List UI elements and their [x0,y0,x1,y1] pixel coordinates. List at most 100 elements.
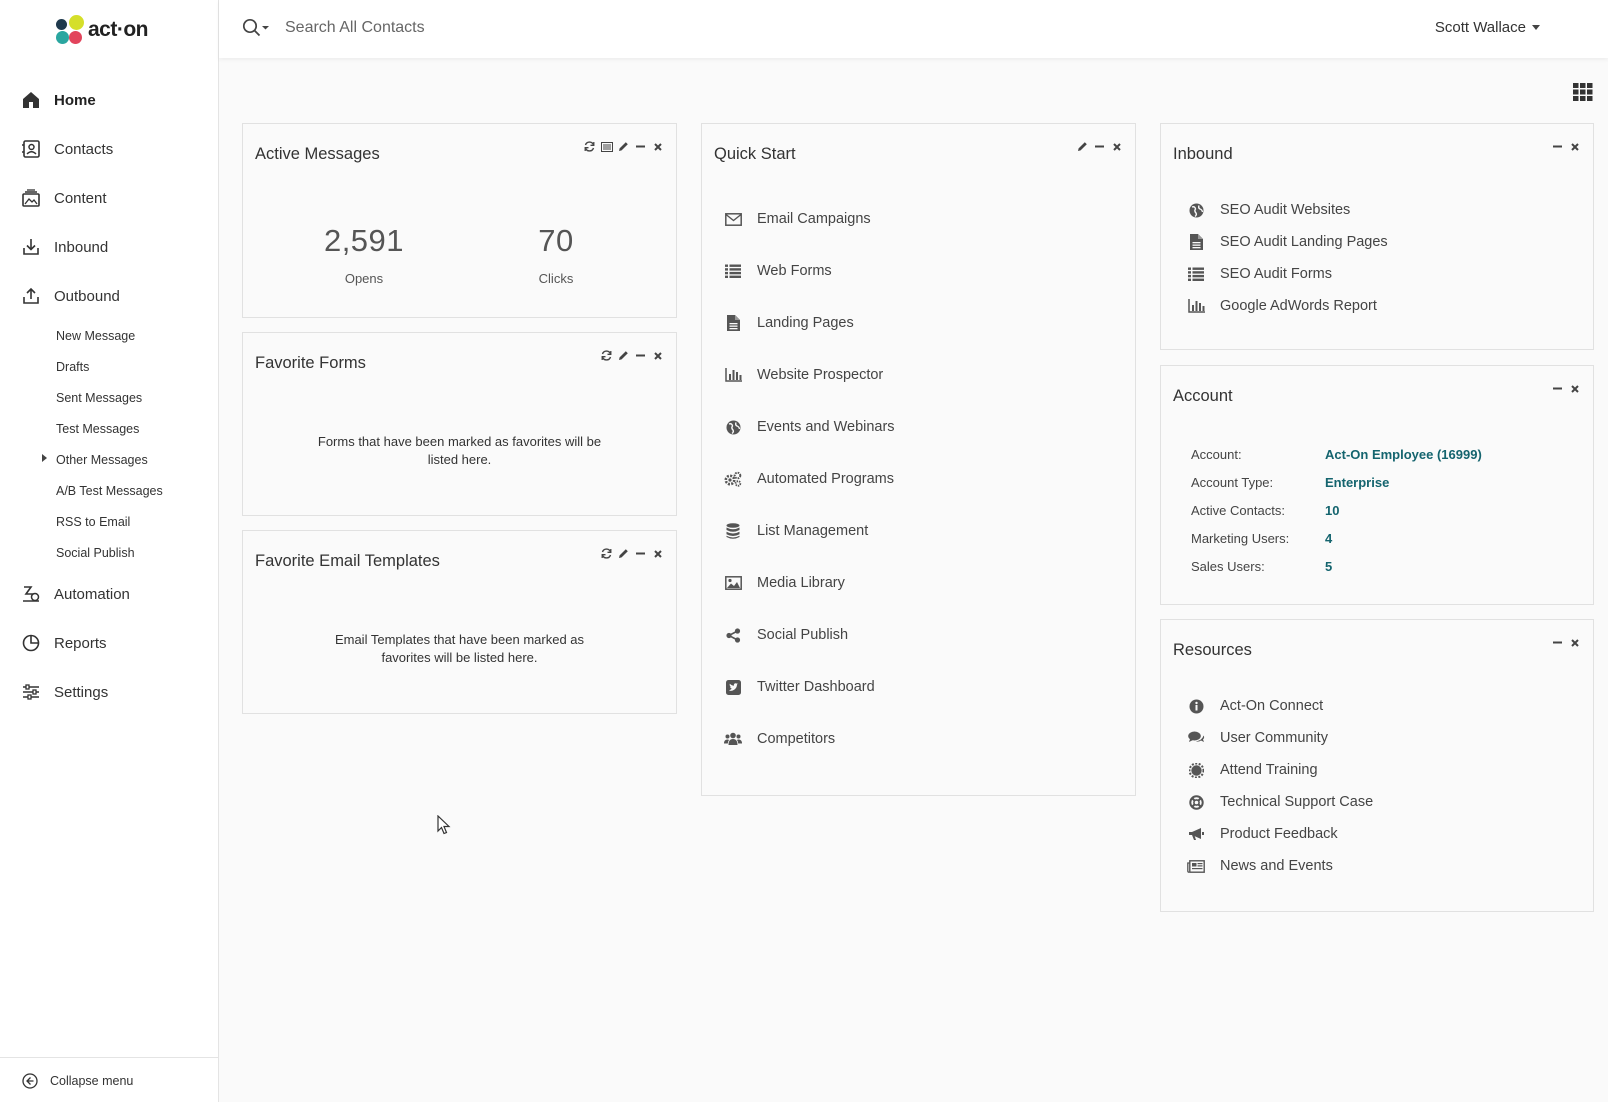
sidebar-item-outbound[interactable]: Outbound [20,282,120,310]
quick-start-twitter-dashboard[interactable]: Twitter Dashboard [724,678,875,696]
quick-start-social-publish[interactable]: Social Publish [724,626,848,644]
sidebar-item-label: Content [54,189,107,207]
card-tools [600,349,664,362]
quick-start-email-campaigns[interactable]: Email Campaigns [724,210,871,228]
logo-mark-icon [56,15,86,45]
pencil-icon[interactable] [617,547,630,560]
minimize-icon[interactable] [1551,636,1564,649]
inbound-card: Inbound SEO Audit Websites SEO Audit Lan… [1160,123,1594,350]
chevron-down-icon [1532,25,1540,30]
account-value-link[interactable]: 4 [1325,531,1332,546]
sub-item-rss-to-email[interactable]: RSS to Email [56,515,130,529]
inbound-seo-audit-landing-pages[interactable]: SEO Audit Landing Pages [1187,233,1388,251]
close-icon[interactable] [651,349,664,362]
refresh-icon[interactable] [583,140,596,153]
close-icon[interactable] [1568,636,1581,649]
sidebar-item-inbound[interactable]: Inbound [20,233,108,261]
quick-start-label: Automated Programs [757,471,895,487]
sidebar-item-contacts[interactable]: Contacts [20,135,113,163]
pencil-icon[interactable] [617,349,630,362]
expand-caret-icon[interactable] [42,454,47,462]
resource-label: User Community [1220,730,1328,746]
close-icon[interactable] [1110,140,1123,153]
account-row-active-contacts: Active Contacts: 10 [1191,503,1339,518]
act-on-logo[interactable]: act·on [56,14,149,46]
quick-start-list-management[interactable]: List Management [724,522,868,540]
close-icon[interactable] [1568,140,1581,153]
quick-start-web-forms[interactable]: Web Forms [724,262,832,280]
info-icon [1187,697,1205,715]
resource-act-on-connect[interactable]: Act-On Connect [1187,697,1323,715]
inbound-google-adwords-report[interactable]: Google AdWords Report [1187,297,1377,315]
sub-item-ab-test-messages[interactable]: A/B Test Messages [56,484,163,498]
share-icon [724,626,742,644]
sidebar-item-label: Contacts [54,140,114,158]
account-value-link[interactable]: Act-On Employee (16999) [1325,447,1482,462]
sub-item-drafts[interactable]: Drafts [56,360,89,374]
clicks-stat[interactable]: 70 Clicks [491,223,621,286]
resource-product-feedback[interactable]: Product Feedback [1187,825,1338,843]
pencil-icon[interactable] [617,140,630,153]
resource-technical-support-case[interactable]: Technical Support Case [1187,793,1373,811]
sub-item-sent-messages[interactable]: Sent Messages [56,391,142,405]
close-icon[interactable] [1568,382,1581,395]
card-title: Active Messages [255,145,380,163]
sidebar-item-settings[interactable]: Settings [20,678,108,706]
search-scope-button[interactable] [242,18,272,38]
minimize-icon[interactable] [634,349,647,362]
envelope-icon [724,210,742,228]
minimize-icon[interactable] [1551,382,1564,395]
favorite-forms-card: Favorite Forms Forms that have been mark… [242,332,677,516]
collapse-menu-label: Collapse menu [50,1074,134,1088]
sidebar-divider [0,1057,218,1058]
inbound-label: SEO Audit Landing Pages [1220,234,1388,250]
minimize-icon[interactable] [1093,140,1106,153]
inbound-label: SEO Audit Websites [1220,202,1351,218]
newspaper-icon [1187,857,1205,875]
collapse-menu-button[interactable]: Collapse menu [22,1073,133,1089]
list-view-icon[interactable] [600,140,613,153]
account-value-link[interactable]: 5 [1325,559,1332,574]
pencil-icon[interactable] [1076,140,1089,153]
quick-start-automated-programs[interactable]: Automated Programs [724,470,894,488]
sub-item-test-messages[interactable]: Test Messages [56,422,139,436]
quick-start-events-and-webinars[interactable]: Events and Webinars [724,418,895,436]
active-messages-card: Active Messages 2,591 Opens 70 Clicks [242,123,677,318]
inbound-seo-audit-websites[interactable]: SEO Audit Websites [1187,201,1350,219]
resource-user-community[interactable]: User Community [1187,729,1328,747]
list-icon [724,262,742,280]
account-key: Active Contacts: [1191,503,1285,518]
minimize-icon[interactable] [1551,140,1564,153]
content-icon [20,187,42,209]
sidebar-item-home[interactable]: Home [20,86,96,114]
user-menu[interactable]: Scott Wallace [1435,19,1540,36]
quick-start-competitors[interactable]: Competitors [724,730,835,748]
quick-start-media-library[interactable]: Media Library [724,574,845,592]
sidebar-item-automation[interactable]: Automation [20,580,130,608]
opens-stat[interactable]: 2,591 Opens [299,223,429,286]
sidebar-item-label: Reports [54,634,107,652]
refresh-icon[interactable] [600,547,613,560]
quick-start-landing-pages[interactable]: Landing Pages [724,314,854,332]
inbound-seo-audit-forms[interactable]: SEO Audit Forms [1187,265,1332,283]
account-value-link[interactable]: Enterprise [1325,475,1389,490]
refresh-icon[interactable] [600,349,613,362]
resource-news-and-events[interactable]: News and Events [1187,857,1333,875]
sub-item-other-messages[interactable]: Other Messages [56,453,148,467]
dashboard-layout-button[interactable] [1573,83,1593,101]
sidebar-item-reports[interactable]: Reports [20,629,107,657]
account-value-link[interactable]: 10 [1325,503,1339,518]
quick-start-website-prospector[interactable]: Website Prospector [724,366,883,384]
minimize-icon[interactable] [634,547,647,560]
sidebar-item-content[interactable]: Content [20,184,107,212]
close-icon[interactable] [651,140,664,153]
resource-attend-training[interactable]: Attend Training [1187,761,1318,779]
minimize-icon[interactable] [634,140,647,153]
sub-item-new-message[interactable]: New Message [56,329,135,343]
sub-item-social-publish[interactable]: Social Publish [56,546,135,560]
inbound-icon [20,236,42,258]
close-icon[interactable] [651,547,664,560]
card-title: Quick Start [714,145,796,163]
search-contacts-input[interactable] [285,15,885,41]
megaphone-icon [1187,825,1205,843]
